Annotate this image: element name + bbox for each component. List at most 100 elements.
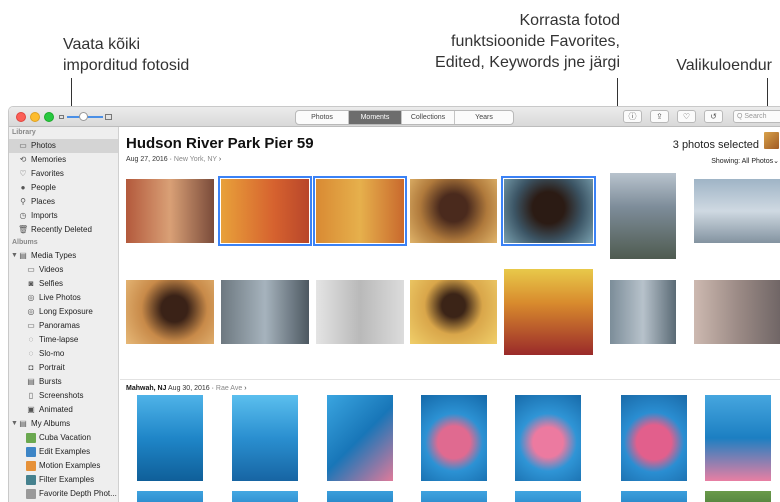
disclosure-triangle-icon[interactable]: ▼ [11,249,18,263]
sidebar-item-cuba-vacation[interactable]: Cuba Vacation [9,431,118,445]
tab-collections[interactable]: Collections [402,111,455,124]
chevron-right-icon[interactable]: › [244,385,246,392]
photo-thumbnail[interactable] [126,280,214,344]
sidebar-item-favorites[interactable]: ♡ Favorites [9,167,118,181]
selection-stack-thumbnail[interactable] [764,132,779,149]
photo-thumbnail[interactable] [327,395,393,481]
sidebar-item-selfies[interactable]: ◙ Selfies [9,277,118,291]
photo-thumbnail[interactable] [232,491,298,502]
sidebar-item-recently-deleted[interactable]: 🗑 Recently Deleted [9,223,118,237]
zoom-knob[interactable] [79,112,88,121]
sidebar-item-screenshots[interactable]: ▯ Screenshots [9,389,118,403]
sidebar-item-people[interactable]: ● People [9,181,118,195]
sidebar-item-label: Panoramas [39,321,80,330]
sidebar-item-label: Time-lapse [39,335,79,344]
photo-thumbnail[interactable] [515,491,581,502]
clock-icon: ◷ [19,211,27,220]
photo-thumbnail[interactable] [694,179,780,243]
photo-thumbnail[interactable] [410,179,497,243]
sidebar-item-label: Videos [39,265,64,274]
sidebar-item-bursts[interactable]: ▤ Bursts [9,375,118,389]
close-window-button[interactable] [16,112,26,122]
sidebar-item-portrait[interactable]: ◘ Portrait [9,361,118,375]
photo-thumbnail[interactable] [218,176,312,246]
rotate-button[interactable]: ↺ [704,110,723,123]
moment-location-mahwah[interactable]: Rae Ave [216,385,242,392]
sidebar-item-slo-mo[interactable]: ◌ Slo-mo [9,347,118,361]
photo-thumbnail[interactable] [694,280,780,344]
sidebar-item-motion-examples[interactable]: Motion Examples [9,459,118,473]
album-thumbnail-icon [26,489,36,499]
share-button[interactable]: ⇪ [650,110,669,123]
photos-icon: ▭ [19,141,27,150]
sidebar-item-filter-examples[interactable]: Filter Examples [9,473,118,487]
photo-thumbnail[interactable] [421,395,487,481]
photo-thumbnail[interactable] [515,395,581,481]
tab-photos[interactable]: Photos [296,111,349,124]
photo-thumbnail[interactable] [316,280,404,344]
photo-thumbnail[interactable] [610,173,676,259]
sidebar-item-imports[interactable]: ◷ Imports [9,209,118,223]
sidebar-item-label: People [31,183,56,192]
chevron-down-icon: ⌄ [773,158,779,165]
sidebar-item-label: Screenshots [39,391,84,400]
screenshot-icon: ▯ [28,391,34,400]
sidebar-item-label: Photos [31,141,56,150]
toolbar: Photos Moments Collections Years ⓘ ⇪ ♡ ↺… [9,107,780,127]
photo-thumbnail[interactable] [504,269,593,355]
photo-thumbnail[interactable] [327,491,393,502]
sidebar-item-media-types[interactable]: ▼ ▤ Media Types [9,249,118,263]
photo-thumbnail[interactable] [705,491,771,502]
sidebar-item-photos[interactable]: ▭ Photos [9,139,118,153]
sidebar-my-albums-list: Cuba Vacation Edit Examples Motion Example… [9,431,118,501]
photo-thumbnail[interactable] [232,395,298,481]
fullscreen-window-button[interactable] [44,112,54,122]
photo-thumbnail[interactable] [421,491,487,502]
photo-thumbnail[interactable] [126,179,214,243]
callout-showing-line3: Edited, Keywords jne järgi [435,54,620,71]
sidebar-item-live-photos[interactable]: ◎ Live Photos [9,291,118,305]
search-field[interactable]: Q Search [733,110,780,123]
sidebar-item-label: Media Types [31,251,77,260]
sidebar-item-videos[interactable]: ▭ Videos [9,263,118,277]
callout-imports-line1: Vaata kõiki [63,36,141,53]
photo-thumbnail[interactable] [621,395,687,481]
sidebar-library-list: ▭ Photos ⟲ Memories ♡ Favorites ● People ⚲ Places… [9,139,118,237]
info-button[interactable]: ⓘ [623,110,642,123]
rotate-icon: ↺ [710,112,717,121]
sidebar-item-animated[interactable]: ▣ Animated [9,403,118,417]
sidebar-item-edit-examples[interactable]: Edit Examples [9,445,118,459]
minimize-window-button[interactable] [30,112,40,122]
sidebar-item-label: Memories [31,155,67,164]
photo-thumbnail[interactable] [501,176,596,246]
chevron-right-icon[interactable]: › [219,156,221,163]
zoom-slider[interactable] [59,112,112,122]
moment-location[interactable]: New York, NY [174,156,217,163]
sidebar-item-label: Slo-mo [39,349,65,358]
sidebar-item-memories[interactable]: ⟲ Memories [9,153,118,167]
selfie-icon: ◙ [28,279,34,288]
favorite-button[interactable]: ♡ [677,110,696,123]
photo-thumbnail[interactable] [137,491,203,502]
photo-thumbnail[interactable] [221,280,309,344]
photo-thumbnail[interactable] [610,280,676,344]
sidebar: Library ▭ Photos ⟲ Memories ♡ Favorites ● Peopl… [9,127,119,502]
sidebar-item-time-lapse[interactable]: ◌ Time-lapse [9,333,118,347]
disclosure-triangle-icon[interactable]: ▼ [11,417,18,431]
photo-thumbnail[interactable] [410,280,497,344]
tab-moments[interactable]: Moments [349,111,402,124]
long-exposure-icon: ◎ [27,307,35,316]
sidebar-item-panoramas[interactable]: ▭ Panoramas [9,319,118,333]
showing-filter-menu[interactable]: Showing: All Photos⌄ [711,157,779,165]
sidebar-item-favorite-depth-phot[interactable]: Favorite Depth Phot... [9,487,118,501]
sidebar-item-places[interactable]: ⚲ Places [9,195,118,209]
photo-thumbnail[interactable] [705,395,771,481]
photo-thumbnail[interactable] [313,176,407,246]
tab-years[interactable]: Years [455,111,513,124]
sidebar-item-label: Places [31,197,56,206]
album-thumbnail-icon [26,475,36,485]
sidebar-item-my-albums[interactable]: ▼ ▤ My Albums [9,417,118,431]
photo-thumbnail[interactable] [137,395,203,481]
sidebar-item-long-exposure[interactable]: ◎ Long Exposure [9,305,118,319]
photo-thumbnail[interactable] [621,491,687,502]
